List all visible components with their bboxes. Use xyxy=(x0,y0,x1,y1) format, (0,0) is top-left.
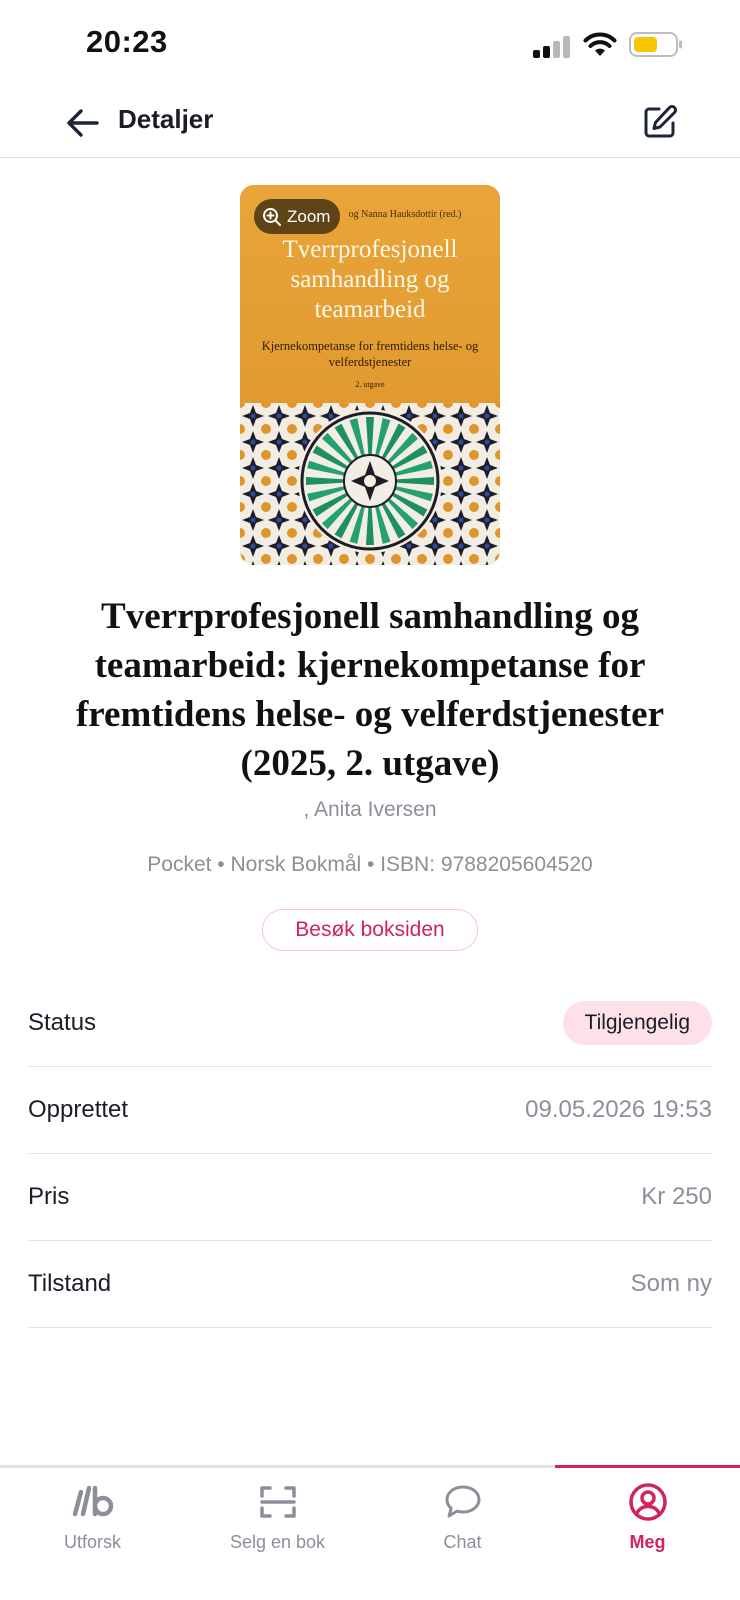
cover-title: Tverrprofesjonell samhandling og teamarb… xyxy=(282,236,458,323)
arrow-left-icon xyxy=(67,109,99,137)
tab-utforsk[interactable]: Utforsk xyxy=(0,1468,185,1600)
page-title: Detaljer xyxy=(118,104,214,134)
tab-label: Utforsk xyxy=(63,1532,121,1552)
tab-label: Meg xyxy=(629,1532,666,1552)
battery-icon xyxy=(629,32,682,57)
user-circle-icon xyxy=(628,1483,667,1521)
zoom-in-icon xyxy=(263,207,281,226)
wifi-icon xyxy=(583,32,617,56)
visit-book-page-button[interactable]: Besøk boksiden xyxy=(262,909,478,951)
detail-row-status: Status Tilgjengelig xyxy=(28,980,712,1067)
status-badge: Tilgjengelig xyxy=(562,1001,712,1045)
detail-label: Pris xyxy=(28,1183,70,1210)
scan-icon xyxy=(259,1486,296,1518)
cellular-signal-icon xyxy=(533,36,573,58)
detail-value: 09.05.2026 19:53 xyxy=(525,1096,712,1123)
book-title: Tverrprofesjonell samhandling og teamarb… xyxy=(75,596,665,784)
detail-label: Opprettet xyxy=(28,1096,129,1123)
detail-row-price: Pris Kr 250 xyxy=(28,1154,712,1241)
book-author: , Anita Iversen xyxy=(303,798,437,821)
detail-label: Tilstand xyxy=(28,1270,112,1297)
chat-bubble-icon xyxy=(445,1485,480,1518)
bottom-tab-bar: Utforsk Selg en bok Chat Meg xyxy=(0,1465,740,1600)
detail-value: Som ny xyxy=(630,1270,712,1297)
back-button[interactable] xyxy=(62,102,104,144)
zoom-button[interactable]: Zoom xyxy=(254,199,341,234)
tab-label: Chat xyxy=(443,1532,482,1552)
cover-mosaic-image xyxy=(240,403,500,565)
lb-logo-icon xyxy=(72,1485,113,1517)
tab-label: Selg en bok xyxy=(229,1532,326,1552)
status-time: 20:23 xyxy=(86,24,168,59)
zoom-label: Zoom xyxy=(287,206,331,226)
tab-chat[interactable]: Chat xyxy=(370,1468,555,1600)
app-header: Detaljer xyxy=(0,88,740,158)
cover-subtitle: Kjernekompetanse for fremtidens helse- o… xyxy=(261,339,479,369)
detail-row-condition: Tilstand Som ny xyxy=(28,1241,712,1328)
details-list: Status Tilgjengelig Opprettet 09.05.2026… xyxy=(28,980,712,1328)
detail-value: Kr 250 xyxy=(641,1183,712,1210)
edit-icon xyxy=(644,104,678,138)
edit-button[interactable] xyxy=(638,100,682,144)
tab-meg[interactable]: Meg xyxy=(555,1465,740,1600)
cover-edition: 2. utgave xyxy=(355,380,385,389)
tab-selg-en-bok[interactable]: Selg en bok xyxy=(185,1468,370,1600)
detail-label: Status xyxy=(28,1009,97,1036)
status-bar: 20:23 xyxy=(0,0,740,88)
detail-row-created: Opprettet 09.05.2026 19:53 xyxy=(28,1067,712,1154)
book-cover[interactable]: og Nanna Hauksdottir (red.) Tverrprofesj… xyxy=(240,185,500,565)
book-meta: Pocket • Norsk Bokmål • ISBN: 9788205604… xyxy=(147,853,593,876)
